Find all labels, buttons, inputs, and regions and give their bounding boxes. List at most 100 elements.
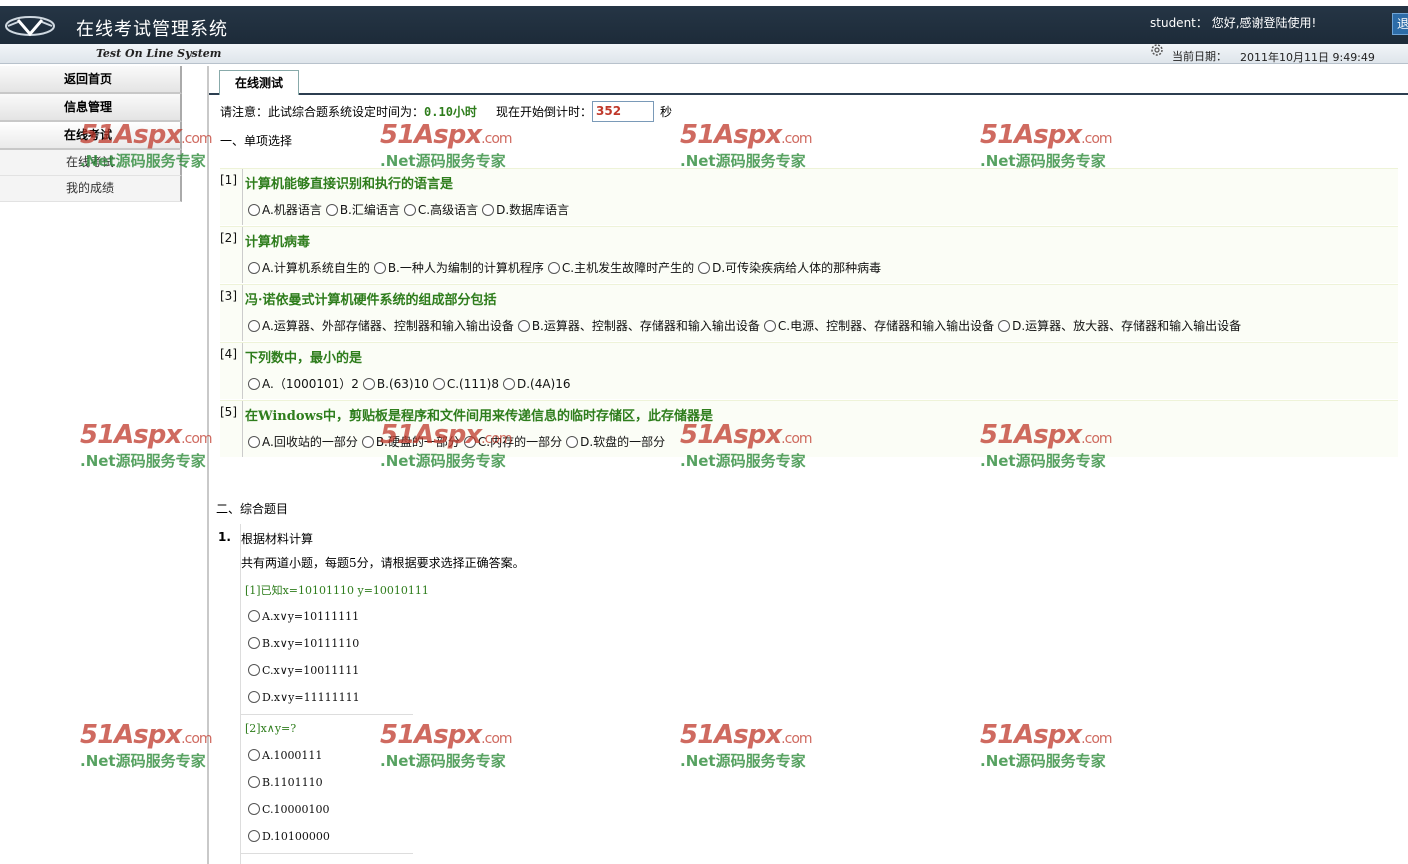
- radio-button[interactable]: [248, 691, 260, 703]
- radio-button[interactable]: [248, 320, 260, 332]
- question-title: 下列数中，最小的是: [245, 351, 363, 366]
- sidebar-item-home[interactable]: 返回首页: [0, 66, 182, 94]
- option-label: A.1000111: [262, 749, 323, 762]
- option-label: C.(111)8: [446, 377, 499, 391]
- countdown-label: 现在开始倒计时：: [496, 105, 593, 119]
- question-number: [3]: [220, 289, 237, 303]
- question-options: A.运算器、外部存储器、控制器和输入输出设备 B.运算器、控制器、存储器和输入输出…: [248, 317, 1245, 334]
- question-divider: [242, 401, 243, 457]
- countdown-unit: 秒: [660, 105, 673, 119]
- logo-icon: [5, 16, 55, 37]
- radio-button[interactable]: [361, 436, 374, 448]
- radio-button[interactable]: [248, 803, 260, 815]
- watermark-brand: 51Aspx: [80, 720, 182, 750]
- radio-button[interactable]: [248, 262, 260, 274]
- comprehensive-description: 共有两道小题，每题5分，请根据要求选择正确答案。: [241, 556, 525, 570]
- sub-question-title: [1]已知x=10101110 y=10010111: [245, 584, 429, 597]
- sub-option: B.1101110: [248, 776, 323, 789]
- watermark-brand: 51Aspx: [980, 120, 1082, 150]
- radio-button[interactable]: [463, 436, 476, 448]
- question-options: A.计算机系统自生的 B.一种人为编制的计算机程序 C.主机发生故障时产生的 D.可传…: [248, 259, 885, 276]
- watermark-logo: 51Aspx.com: [380, 120, 530, 150]
- option-label: C.主机发生故障时产生的: [561, 261, 695, 275]
- section-comprehensive: 二、综合题目: [216, 502, 289, 516]
- question-divider: [242, 343, 243, 399]
- system-subtitle: Test On Line System: [96, 47, 222, 60]
- radio-button[interactable]: [248, 204, 260, 216]
- option-label: C.10000100: [262, 803, 330, 816]
- radio-button[interactable]: [248, 637, 260, 649]
- radio-button[interactable]: [698, 262, 711, 274]
- watermark-domain: .com: [781, 131, 812, 147]
- radio-button[interactable]: [517, 320, 530, 332]
- watermark-logo: 51Aspx.com: [980, 120, 1130, 150]
- sub-question-separator: [241, 853, 413, 854]
- option-label: B.(63)10: [376, 377, 429, 391]
- radio-button[interactable]: [248, 749, 260, 761]
- question-block: [1] 计算机能够直接识别和执行的语言是 A.机器语言 B.汇编语言 C.高级语言 D.数…: [220, 168, 1398, 225]
- countdown-field[interactable]: 352: [592, 101, 654, 122]
- option-label: A.运算器、外部存储器、控制器和输入输出设备: [262, 319, 514, 333]
- radio-button[interactable]: [763, 320, 776, 332]
- greeting-text: student： 您好,感谢登陆使用!: [1150, 16, 1317, 30]
- watermark-domain: .com: [481, 131, 512, 147]
- question-options: A.（1000101）2 B.(63)10 C.(111)8 D.(4A)16: [248, 375, 575, 392]
- radio-button[interactable]: [248, 610, 260, 622]
- option-label: B.x∨y=10111110: [262, 637, 360, 650]
- radio-button[interactable]: [482, 204, 495, 216]
- radio-button[interactable]: [248, 830, 260, 842]
- option-label: A.x∨y=10111111: [262, 610, 360, 623]
- radio-button[interactable]: [248, 664, 260, 676]
- option-label: D.运算器、放大器、存储器和输入输出设备: [1012, 319, 1242, 333]
- question-block: [4] 下列数中，最小的是 A.（1000101）2 B.(63)10 C.(111)8…: [220, 342, 1398, 399]
- gear-icon: [1151, 44, 1163, 56]
- option-label: B.硬盘的一部分: [375, 435, 460, 449]
- sub-option: C.x∨y=10011111: [248, 664, 359, 677]
- comprehensive-title: 根据材料计算: [241, 532, 314, 546]
- sub-question-separator: [241, 714, 413, 715]
- option-label: B.一种人为编制的计算机程序: [387, 261, 544, 275]
- watermark-domain: .com: [1081, 131, 1112, 147]
- sub-option: D.10100000: [248, 830, 330, 843]
- radio-button[interactable]: [248, 436, 260, 448]
- exit-button[interactable]: 退: [1392, 13, 1408, 35]
- radio-button[interactable]: [566, 436, 579, 448]
- question-options: A.回收站的一部分 B.硬盘的一部分 C.内存的一部分 D.软盘的一部分: [248, 433, 669, 450]
- comprehensive-area: [209, 524, 1408, 864]
- option-label: D.数据库语言: [496, 203, 570, 217]
- option-label: A.回收站的一部分: [262, 435, 358, 449]
- notice-hours: 0.10小时: [424, 105, 477, 119]
- question-title: 在Windows中，剪贴板是程序和文件间用来传递信息的临时存储区，此存储器是: [245, 409, 714, 424]
- radio-button[interactable]: [998, 320, 1011, 332]
- sidebar-subitem-online-exam[interactable]: 在线考试: [0, 150, 182, 176]
- date-value: 2011年10月11日 9:49:49: [1240, 51, 1375, 64]
- option-label: A.（1000101）2: [262, 377, 359, 391]
- option-label: C.高级语言: [417, 203, 479, 217]
- question-title: 冯·诺依曼式计算机硬件系统的组成部分包括: [245, 293, 497, 308]
- radio-button[interactable]: [248, 378, 260, 390]
- question-options: A.机器语言 B.汇编语言 C.高级语言 D.数据库语言: [248, 201, 573, 218]
- sidebar-item-info[interactable]: 信息管理: [0, 94, 182, 122]
- radio-button[interactable]: [248, 776, 260, 788]
- radio-button[interactable]: [547, 262, 560, 274]
- comprehensive-divider: [240, 524, 241, 864]
- radio-button[interactable]: [325, 204, 338, 216]
- sidebar: 返回首页 信息管理 在线考试 在线考试 我的成绩: [0, 66, 182, 202]
- radio-button[interactable]: [373, 262, 386, 274]
- radio-button[interactable]: [403, 204, 416, 216]
- sidebar-item-exam[interactable]: 在线考试: [0, 122, 182, 150]
- time-notice: 请注意：此试综合题系统设定时间为：0.10小时 现在开始倒计时：: [220, 103, 592, 120]
- question-divider: [242, 169, 243, 225]
- question-block: [5] 在Windows中，剪贴板是程序和文件间用来传递信息的临时存储区，此存储器…: [220, 400, 1398, 457]
- watermark-brand: 51Aspx: [380, 120, 482, 150]
- radio-button[interactable]: [362, 378, 375, 390]
- date-label: 当前日期：: [1172, 50, 1227, 63]
- question-number: [1]: [220, 173, 237, 187]
- comprehensive-number: 1.: [218, 530, 231, 544]
- tab-online-test[interactable]: 在线测试: [219, 70, 299, 95]
- sidebar-subitem-my-scores[interactable]: 我的成绩: [0, 176, 182, 202]
- radio-button[interactable]: [432, 378, 445, 390]
- watermark-logo: 51Aspx.com: [680, 120, 830, 150]
- question-title: 计算机病毒: [245, 235, 311, 250]
- radio-button[interactable]: [502, 378, 515, 390]
